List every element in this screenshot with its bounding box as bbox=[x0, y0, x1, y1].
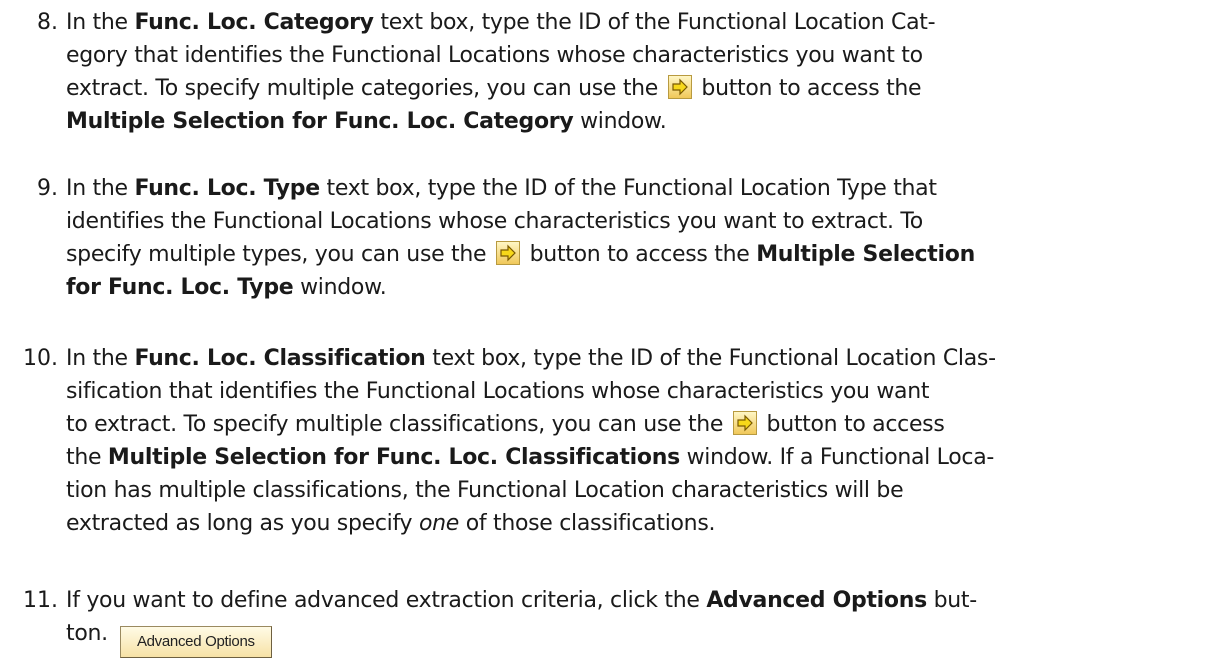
step-text-line: the Multiple Selection for Func. Loc. Cl… bbox=[66, 441, 994, 474]
text-run: text box, type the ID of the Functional … bbox=[425, 346, 996, 371]
step-text-line: specify multiple types, you can use the … bbox=[66, 238, 975, 271]
step-number: 8. bbox=[37, 10, 58, 35]
text-run: In the bbox=[66, 10, 135, 35]
step-text-line: ton. Advanced Options bbox=[66, 617, 272, 658]
advanced-options-button[interactable]: Advanced Options bbox=[119, 626, 272, 658]
step-text-line: Multiple Selection for Func. Loc. Catego… bbox=[66, 105, 667, 138]
step-number: 11. bbox=[23, 588, 58, 613]
text-run: to extract. To specify multiple classifi… bbox=[66, 412, 730, 437]
multiple-selection-arrow-icon[interactable] bbox=[732, 411, 757, 435]
step-number: 9. bbox=[37, 176, 58, 201]
step-text-line: In the Func. Loc. Type text box, type th… bbox=[66, 172, 937, 205]
text-run: tion has multiple classifications, the F… bbox=[66, 478, 904, 503]
multiple-selection-arrow-icon[interactable] bbox=[667, 75, 692, 99]
document-page: 8. In the Func. Loc. Category text box, t… bbox=[0, 0, 1207, 664]
emphasis-text: one bbox=[418, 511, 459, 536]
ui-element-name: Multiple Selection bbox=[756, 242, 975, 267]
text-run: window. bbox=[573, 109, 667, 134]
text-run: of those classifications. bbox=[459, 511, 716, 536]
step-text-line: identifies the Functional Locations whos… bbox=[66, 205, 923, 238]
step-text-line: for Func. Loc. Type window. bbox=[66, 271, 387, 304]
ui-element-name: Func. Loc. Classification bbox=[134, 346, 426, 371]
step-text-line: In the Func. Loc. Classification text bo… bbox=[66, 342, 996, 375]
multiple-selection-arrow-icon[interactable] bbox=[495, 241, 520, 265]
ui-element-name: for Func. Loc. Type bbox=[66, 275, 294, 300]
ui-element-name: Multiple Selection for Func. Loc. Classi… bbox=[107, 445, 680, 470]
step-text-line: extracted as long as you specify one of … bbox=[66, 507, 715, 540]
ui-element-name: Func. Loc. Type bbox=[134, 176, 320, 201]
text-run: In the bbox=[66, 346, 135, 371]
text-run: text box, type the ID of the Functional … bbox=[319, 176, 937, 201]
ui-element-name: Multiple Selection for Func. Loc. Catego… bbox=[66, 109, 574, 134]
text-run: window. bbox=[293, 275, 387, 300]
text-run: egory that identifies the Functional Loc… bbox=[66, 43, 923, 68]
step-text-line: egory that identifies the Functional Loc… bbox=[66, 39, 923, 72]
step-text-line: tion has multiple classifications, the F… bbox=[66, 474, 904, 507]
text-run: button to access bbox=[759, 412, 945, 437]
step-text-line: to extract. To specify multiple classifi… bbox=[66, 408, 945, 441]
step-text-line: If you want to define advanced extractio… bbox=[66, 584, 977, 617]
step-text-line: In the Func. Loc. Category text box, typ… bbox=[66, 6, 936, 39]
text-run: ton. bbox=[66, 621, 108, 646]
text-run: identifies the Functional Locations whos… bbox=[66, 209, 923, 234]
text-run: extract. To specify multiple categories,… bbox=[66, 76, 665, 101]
text-run: window. If a Functional Loca- bbox=[679, 445, 995, 470]
text-run: specify multiple types, you can use the bbox=[66, 242, 493, 267]
step-text-line: extract. To specify multiple categories,… bbox=[66, 72, 922, 105]
text-run: button to access the bbox=[694, 76, 922, 101]
text-run: extracted as long as you specify bbox=[66, 511, 419, 536]
text-run: the bbox=[66, 445, 108, 470]
ui-element-name: Func. Loc. Category bbox=[134, 10, 374, 35]
text-run: If you want to define advanced extractio… bbox=[66, 588, 707, 613]
ui-element-name: Advanced Options bbox=[706, 588, 927, 613]
text-run: button to access the bbox=[522, 242, 757, 267]
text-run: but- bbox=[926, 588, 978, 613]
text-run: sification that identifies the Functiona… bbox=[66, 379, 930, 404]
text-run: In the bbox=[66, 176, 135, 201]
text-run: text box, type the ID of the Functional … bbox=[373, 10, 936, 35]
step-number: 10. bbox=[23, 346, 58, 371]
step-text-line: sification that identifies the Functiona… bbox=[66, 375, 929, 408]
